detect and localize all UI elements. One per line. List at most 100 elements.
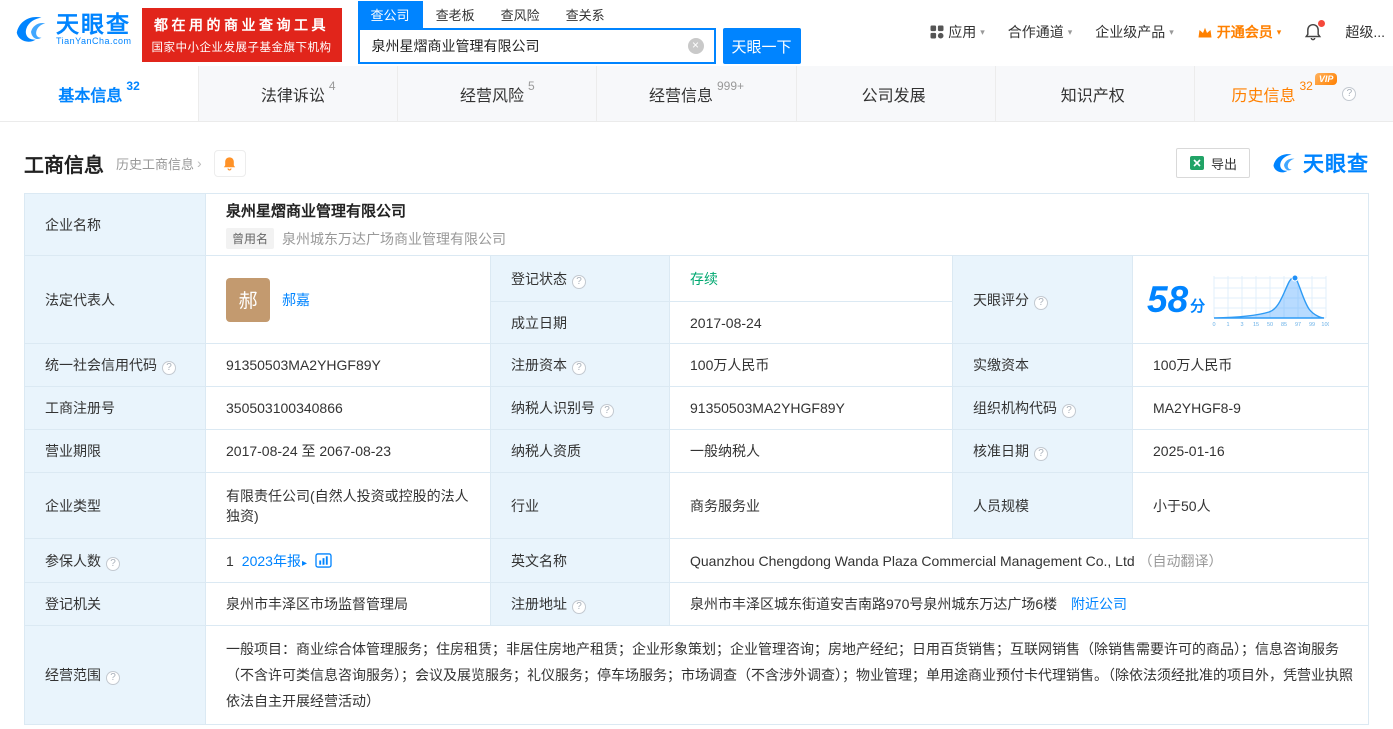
score-curve-chart: 0 1 3 15 50 85 97 99 100: [1211, 272, 1329, 328]
annual-report-link[interactable]: 2023年报▸: [242, 551, 307, 571]
reg-number: 350503100340866: [206, 387, 491, 430]
tab-company-development[interactable]: 公司发展: [797, 66, 996, 121]
label-reg-number: 工商注册号: [25, 387, 206, 430]
tab-intellectual-property[interactable]: 知识产权: [996, 66, 1195, 121]
nav-open-vip[interactable]: 开通会员 ▾: [1197, 22, 1282, 42]
business-info-table: 企业名称 泉州星熠商业管理有限公司 曾用名 泉州城东万达广场商业管理有限公司 法…: [24, 193, 1369, 725]
help-icon[interactable]: ?: [600, 404, 614, 418]
staff-size: 小于50人: [1133, 473, 1369, 539]
legal-rep-avatar[interactable]: 郝: [226, 278, 270, 322]
notification-dot: [1318, 20, 1325, 27]
svg-text:1: 1: [1227, 322, 1230, 328]
tianyancha-logo[interactable]: 天眼查 TianYanCha.com: [12, 10, 132, 48]
label-english-name: 英文名称: [491, 539, 670, 583]
slogan-line1: 都在用的商业查询工具: [152, 15, 332, 35]
nav-apps[interactable]: 应用 ▾: [930, 22, 985, 42]
reg-status-value: 存续: [690, 271, 718, 287]
caret-down-icon: ▾: [980, 27, 985, 38]
caret-down-icon: ▾: [1169, 27, 1174, 38]
caret-down-icon: ▾: [1277, 27, 1282, 38]
label-business-term: 营业期限: [25, 430, 206, 473]
slogan-line2: 国家中小企业发展子基金旗下机构: [152, 39, 332, 55]
svg-text:0: 0: [1213, 322, 1216, 328]
established-date: 2017-08-24: [670, 302, 953, 344]
bell-icon: [222, 156, 237, 171]
former-name: 泉州城东万达广场商业管理有限公司: [282, 229, 506, 249]
svg-text:99: 99: [1309, 322, 1315, 328]
taxpayer-id: 91350503MA2YHGF89Y: [670, 387, 953, 430]
notification-bell[interactable]: [1304, 23, 1322, 41]
tianyancha-logo-icon: [1270, 149, 1298, 177]
export-button[interactable]: 导出: [1176, 148, 1250, 178]
nearby-companies-link[interactable]: 附近公司: [1071, 596, 1127, 612]
help-icon[interactable]: ?: [572, 275, 586, 289]
tab-legal-litigation[interactable]: 法律诉讼4: [199, 66, 398, 121]
watermark-logo: 天眼查: [1270, 148, 1369, 178]
svg-text:100: 100: [1322, 322, 1330, 328]
label-reg-address: 注册地址?: [491, 583, 670, 626]
main-content: 工商信息 历史工商信息 › 导出: [0, 146, 1393, 725]
svg-text:97: 97: [1295, 322, 1301, 328]
chevron-right-icon: ›: [197, 155, 202, 171]
score-value: 58: [1147, 281, 1188, 318]
label-paid-capital: 实缴资本: [953, 344, 1133, 387]
nav-partner[interactable]: 合作通道 ▾: [1008, 22, 1073, 42]
label-reg-authority: 登记机关: [25, 583, 206, 626]
help-icon[interactable]: ?: [162, 361, 176, 375]
tianyancha-logo-icon: [12, 10, 50, 48]
english-name: Quanzhou Chengdong Wanda Plaza Commercia…: [690, 553, 1135, 569]
arrow-right-icon: ▸: [302, 558, 307, 569]
business-scope: 一般项目：商业综合体管理服务；住房租赁；非居住房地产租赁；企业形象策划；企业管理…: [206, 626, 1369, 725]
org-code: MA2YHGF8-9: [1133, 387, 1369, 430]
search-input[interactable]: [360, 38, 688, 54]
approval-date: 2025-01-16: [1133, 430, 1369, 473]
label-company-type: 企业类型: [25, 473, 206, 539]
help-icon[interactable]: ?: [1062, 404, 1076, 418]
search-tab-risk[interactable]: 查风险: [488, 1, 553, 28]
search-tab-boss[interactable]: 查老板: [423, 1, 488, 28]
help-icon[interactable]: ?: [572, 361, 586, 375]
paid-capital: 100万人民币: [1133, 344, 1369, 387]
subscribe-bell-button[interactable]: [214, 150, 246, 177]
former-name-tag: 曾用名: [226, 228, 274, 249]
caret-down-icon: ▾: [1068, 27, 1073, 38]
credit-code: 91350503MA2YHGF89Y: [206, 344, 491, 387]
help-icon[interactable]: ?: [572, 600, 586, 614]
tab-history-info[interactable]: 历史信息32 VIP ?: [1195, 66, 1393, 121]
svg-text:50: 50: [1267, 322, 1273, 328]
tab-operation-risk[interactable]: 经营风险5: [398, 66, 597, 121]
label-credit-code: 统一社会信用代码?: [25, 344, 206, 387]
clear-icon[interactable]: ×: [688, 38, 704, 54]
vip-badge: VIP: [1315, 73, 1338, 85]
reg-capital: 100万人民币: [670, 344, 953, 387]
company-section-tabs: 基本信息32 法律诉讼4 经营风险5 经营信息999+ 公司发展 知识产权 历史…: [0, 66, 1393, 122]
label-approval-date: 核准日期?: [953, 430, 1133, 473]
label-insured-count: 参保人数?: [25, 539, 206, 583]
header-nav: 应用 ▾ 合作通道 ▾ 企业级产品 ▾ 开通会员 ▾ 超级...: [930, 22, 1393, 42]
company-type: 有限责任公司(自然人投资或控股的法人独资): [206, 473, 491, 539]
help-icon[interactable]: ?: [1034, 296, 1048, 310]
tianyan-score[interactable]: 58 分: [1147, 272, 1362, 328]
business-term: 2017-08-24 至 2067-08-23: [206, 430, 491, 473]
annual-report-chart-icon[interactable]: [315, 553, 332, 568]
reg-address: 泉州市丰泽区城东街道安吉南路970号泉州城东万达广场6楼: [690, 596, 1057, 612]
history-business-info-link[interactable]: 历史工商信息 ›: [116, 154, 202, 173]
label-staff-size: 人员规模: [953, 473, 1133, 539]
nav-super[interactable]: 超级...: [1345, 22, 1385, 42]
search-button[interactable]: 天眼一下: [723, 28, 801, 64]
help-icon[interactable]: ?: [106, 557, 120, 571]
search-tab-relation[interactable]: 查关系: [553, 1, 618, 28]
help-icon[interactable]: ?: [106, 671, 120, 685]
auto-translate-note: （自动翻译）: [1139, 553, 1223, 569]
label-industry: 行业: [491, 473, 670, 539]
help-icon[interactable]: ?: [1342, 87, 1356, 101]
taxpayer-quality: 一般纳税人: [670, 430, 953, 473]
score-unit: 分: [1190, 295, 1205, 316]
tab-business-info[interactable]: 经营信息999+: [597, 66, 796, 121]
nav-enterprise-products[interactable]: 企业级产品 ▾: [1095, 22, 1174, 42]
search-tab-company[interactable]: 查公司: [358, 1, 423, 28]
label-tianyan-score: 天眼评分?: [953, 256, 1133, 344]
tab-basic-info[interactable]: 基本信息32: [0, 66, 199, 121]
help-icon[interactable]: ?: [1034, 447, 1048, 461]
legal-rep-link[interactable]: 郝嘉: [282, 290, 310, 310]
